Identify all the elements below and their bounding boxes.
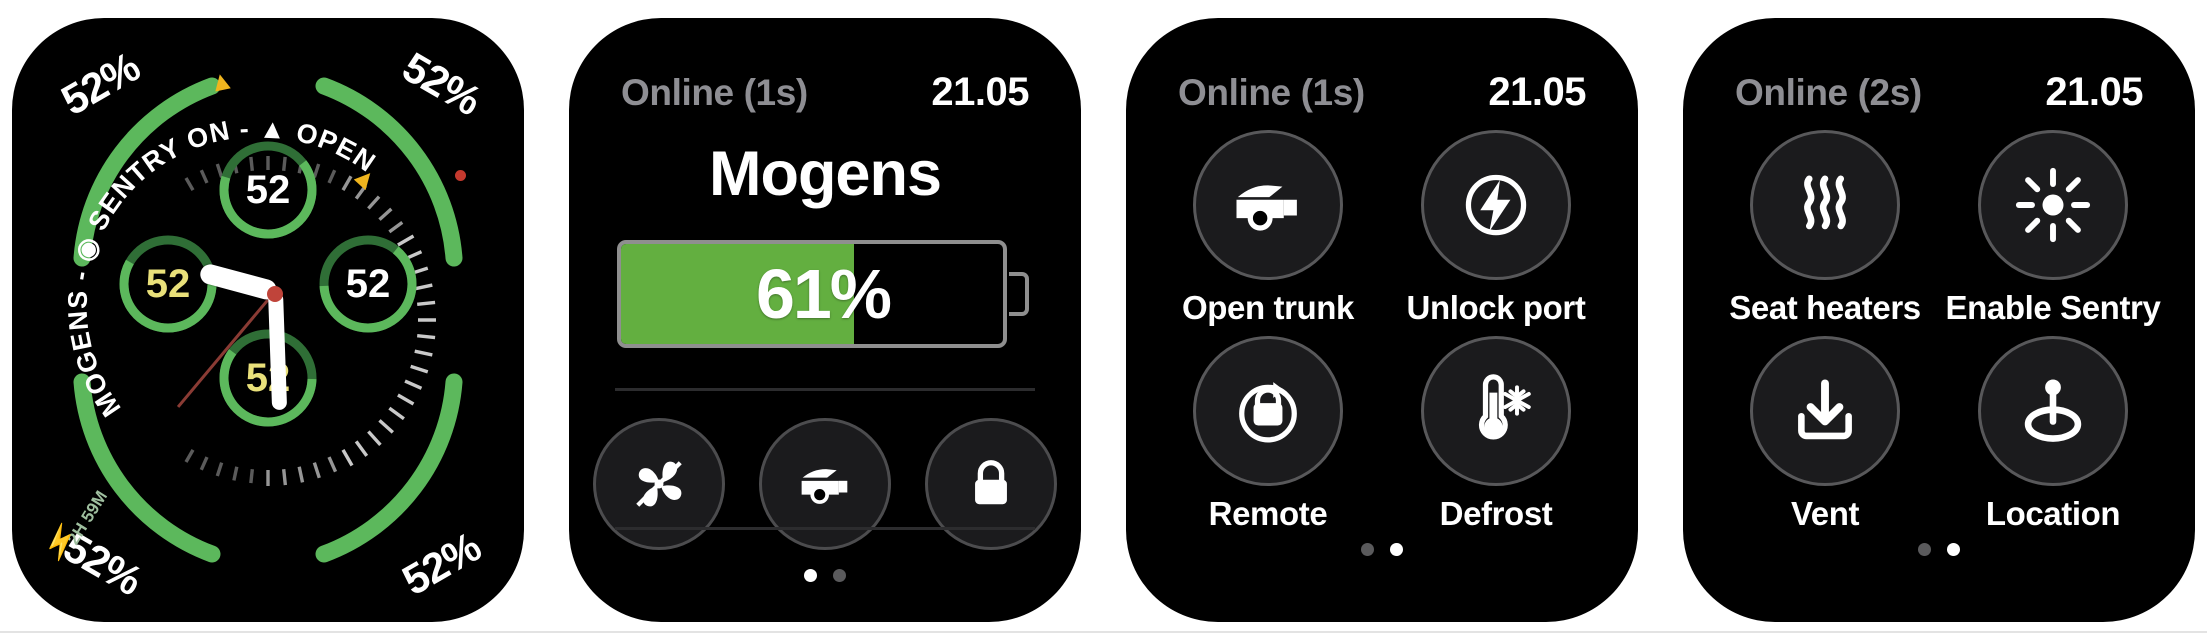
subdial-top: 52: [216, 138, 320, 242]
control-label: Unlock port: [1406, 289, 1586, 326]
page-dot-2[interactable]: [833, 569, 846, 582]
watch-face-screen[interactable]: MOGENS - ◉ SENTRY ON - ▲ OPEN 52% 52% 52…: [12, 18, 524, 622]
control-defrost[interactable]: Defrost: [1382, 335, 1610, 532]
connection-status: Online (1s): [1178, 72, 1365, 113]
controls-screen-page2[interactable]: Online (2s) 21.05 Seat heaters Enable Se…: [1683, 18, 2195, 622]
control-label: Enable Sentry: [1945, 289, 2161, 326]
trunk-icon: [801, 469, 848, 504]
status-bar: Online (1s) 21.05: [569, 70, 1081, 115]
battery-percent-label: 61%: [755, 255, 892, 333]
remote-start-icon: [1239, 381, 1297, 443]
connection-status: Online (1s): [621, 72, 808, 113]
subdial-left: 52: [116, 232, 220, 336]
seat-heaters-button[interactable]: [1750, 130, 1900, 280]
location-pin-icon: [2024, 379, 2082, 442]
open-trunk-button[interactable]: [1193, 130, 1343, 280]
location-button[interactable]: [1978, 335, 2128, 486]
subdial-top-value: 52: [245, 167, 291, 212]
vehicle-name: Mogens: [708, 139, 942, 209]
control-seat-heaters[interactable]: Seat heaters: [1711, 130, 1939, 326]
remote-start-button[interactable]: [1193, 335, 1343, 486]
defrost-button[interactable]: [1421, 335, 1571, 486]
page-dot-1[interactable]: [1918, 543, 1931, 556]
fan-icon: [636, 461, 682, 507]
hands-center-pin: [267, 286, 283, 302]
clock-time: 21.05: [1488, 70, 1586, 114]
page-indicator: [1683, 543, 2195, 556]
status-bar: Online (1s) 21.05: [1126, 70, 1638, 115]
alert-dot-icon: [455, 170, 466, 181]
control-open-trunk[interactable]: Open trunk: [1154, 130, 1382, 326]
control-label: Remote: [1208, 494, 1328, 532]
clock-time: 21.05: [2045, 70, 2143, 114]
quick-action-row: [569, 418, 1081, 550]
seat-heater-waves-icon: [1804, 175, 1846, 230]
subdial-left-value: 52: [145, 261, 191, 306]
page-dot-1[interactable]: [1361, 543, 1374, 556]
control-label: Vent: [1790, 494, 1860, 532]
page-indicator: [569, 569, 1081, 582]
control-grid: Seat heaters Enable Sentry Vent Location: [1683, 130, 2195, 531]
climate-fan-button[interactable]: [593, 418, 725, 550]
divider-top: [615, 388, 1035, 391]
control-grid: Open trunk Unlock port Remote Defrost: [1126, 130, 1638, 531]
subdial-right-value: 52: [345, 261, 391, 306]
enable-sentry-button[interactable]: [1978, 130, 2128, 280]
analog-watch-face: MOGENS - ◉ SENTRY ON - ▲ OPEN 52% 52% 52…: [12, 18, 524, 622]
page-indicator: [1126, 543, 1638, 556]
control-label: Seat heaters: [1729, 289, 1921, 326]
defrost-thermometer-icon: [1479, 373, 1531, 440]
control-label: Defrost: [1439, 494, 1553, 532]
open-trunk-button[interactable]: [759, 418, 891, 550]
trunk-icon: [1236, 185, 1297, 231]
control-label: Location: [1985, 494, 2121, 532]
clock-time: 21.05: [931, 70, 1029, 114]
page-divider: [0, 631, 2207, 633]
connection-status: Online (2s): [1735, 72, 1922, 113]
control-remote[interactable]: Remote: [1154, 335, 1382, 532]
status-bar: Online (2s) 21.05: [1683, 70, 2195, 115]
page-dot-2[interactable]: [1947, 543, 1960, 556]
unlock-port-button[interactable]: [1421, 130, 1571, 280]
sentry-mode-icon: [2015, 167, 2091, 243]
controls-screen-page1[interactable]: Online (1s) 21.05 Open trunk Unlock port…: [1126, 18, 1638, 622]
page-dot-1[interactable]: [804, 569, 817, 582]
subdial-right: 52: [316, 232, 420, 336]
divider-bottom: [615, 527, 1035, 530]
lock-icon: [975, 460, 1007, 505]
control-vent[interactable]: Vent: [1711, 335, 1939, 532]
vent-download-icon: [1798, 379, 1852, 439]
vehicle-summary-screen[interactable]: Online (1s) 21.05 Mogens 61%: [569, 18, 1081, 622]
control-enable-sentry[interactable]: Enable Sentry: [1939, 130, 2167, 326]
page-dot-2[interactable]: [1390, 543, 1403, 556]
control-location[interactable]: Location: [1939, 335, 2167, 532]
lock-button[interactable]: [925, 418, 1057, 550]
control-unlock-port[interactable]: Unlock port: [1382, 130, 1610, 326]
vent-button[interactable]: [1750, 335, 1900, 486]
screenshot-gallery: MOGENS - ◉ SENTRY ON - ▲ OPEN 52% 52% 52…: [0, 0, 2207, 640]
charge-port-icon: [1465, 174, 1527, 236]
battery-indicator: 61%: [617, 240, 1029, 348]
control-label: Open trunk: [1181, 289, 1354, 326]
